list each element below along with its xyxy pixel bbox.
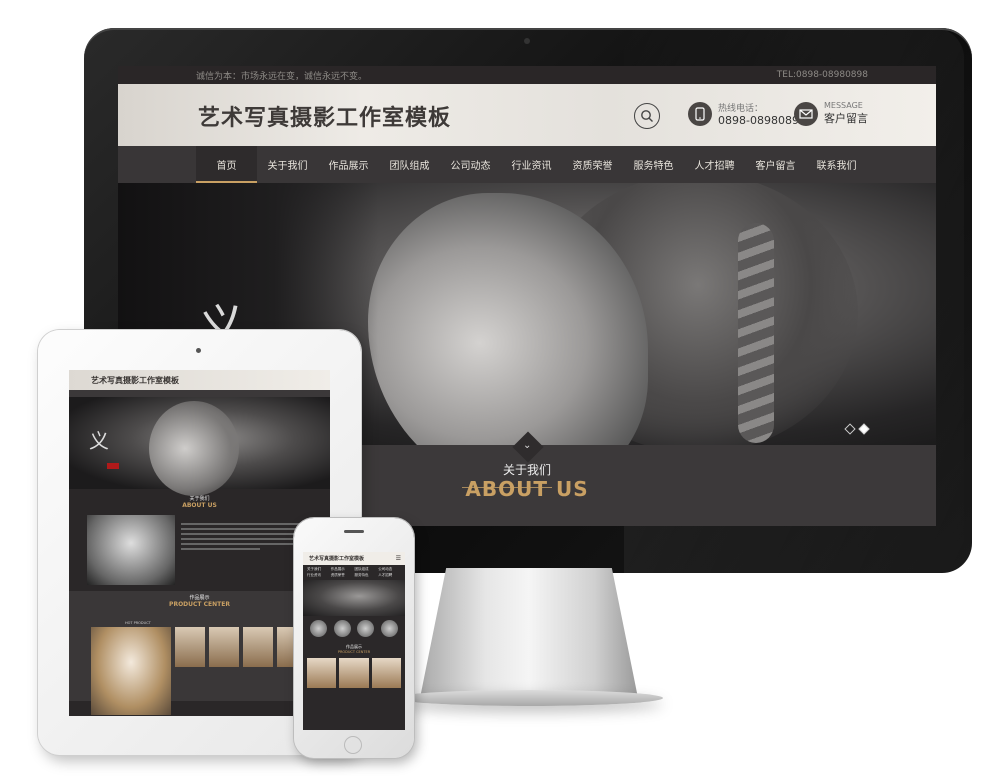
monitor-stand [420, 568, 638, 698]
speaker-grille [344, 530, 364, 533]
product-thumb[interactable] [175, 627, 205, 667]
phone-frame: 艺术写真摄影工作室模板 ☰ 关于我们 作品展示 团队组成 公司动态 行业资讯 资… [294, 518, 414, 758]
home-button[interactable] [344, 736, 362, 754]
phone-nav-item[interactable]: 关于我们 [307, 567, 330, 572]
tablet-nav [69, 390, 330, 397]
phone-nav-item[interactable]: 行业资讯 [307, 573, 330, 578]
team-avatar[interactable] [310, 620, 328, 637]
nav-item-company-news[interactable]: 公司动态 [440, 146, 501, 183]
nav-item-contact[interactable]: 联系我们 [806, 146, 867, 183]
team-avatar[interactable] [380, 620, 398, 637]
slider-dot-active[interactable] [858, 423, 870, 435]
phone-banner [303, 580, 405, 616]
top-bar: 诚信为本：市场永远在变，诚信永远不变。 TEL:0898-08980898 [118, 66, 936, 84]
nav-item-services[interactable]: 服务特色 [623, 146, 684, 183]
nav-item-honors[interactable]: 资质荣誉 [562, 146, 623, 183]
tablet-product-cn: 作品展示 [189, 595, 210, 601]
chevron-down-icon: ⌄ [523, 440, 532, 451]
product-thumb[interactable] [371, 658, 401, 688]
site-title[interactable]: 艺术写真摄影工作室模板 [198, 100, 451, 132]
message-block[interactable]: MESSAGE 客户留言 [794, 101, 868, 126]
phone-nav-item[interactable]: 作品展示 [331, 567, 354, 572]
tablet-product-en: PRODUCT CENTER [169, 601, 230, 608]
product-thumb[interactable] [209, 627, 239, 667]
device-mockup-stage: 诚信为本：市场永远在变，诚信永远不变。 TEL:0898-08980898 艺术… [0, 0, 1000, 782]
hotline-label: 热线电话： [718, 104, 764, 114]
product-thumb[interactable] [307, 658, 337, 688]
phone-header: 艺术写真摄影工作室模板 ☰ [303, 552, 405, 565]
hotline-block: 热线电话： 0898-08980898 [688, 101, 806, 127]
hotline-number: 0898-08980898 [718, 114, 806, 127]
phone-icon [688, 102, 712, 126]
product-thumb[interactable] [339, 658, 369, 688]
top-tel: TEL:0898-08980898 [776, 70, 868, 80]
tablet-header: 艺术写真摄影工作室模板 [69, 370, 330, 390]
menu-icon[interactable]: ☰ [396, 555, 401, 562]
camera-icon [524, 38, 530, 44]
tablet-site-title: 艺术写真摄影工作室模板 [91, 376, 179, 385]
phone-nav: 关于我们 作品展示 团队组成 公司动态 行业资讯 资质荣誉 服务特色 人才招聘 [303, 565, 405, 580]
nav-item-home[interactable]: 首页 [196, 146, 257, 183]
tablet-about-en: ABOUT US [182, 502, 217, 509]
nav-item-messages[interactable]: 客户留言 [745, 146, 806, 183]
phone-nav-item[interactable]: 服务特色 [355, 573, 378, 578]
slider-dots [844, 423, 870, 435]
nav-item-team[interactable]: 团队组成 [379, 146, 440, 183]
mail-icon [794, 101, 818, 126]
banner-photo-braid [738, 223, 774, 443]
seal-stamp [107, 463, 119, 469]
phone-nav-item[interactable]: 人才招聘 [378, 573, 401, 578]
phone-nav-item[interactable]: 团队组成 [355, 567, 378, 572]
product-thumb[interactable] [91, 627, 171, 715]
main-nav: 首页 关于我们 作品展示 团队组成 公司动态 行业资讯 资质荣誉 服务特色 人才… [118, 146, 936, 183]
phone-screen: 艺术写真摄影工作室模板 ☰ 关于我们 作品展示 团队组成 公司动态 行业资讯 资… [303, 552, 405, 730]
tablet-screen: 艺术写真摄影工作室模板 义 关于我们 ABOUT US 作品展示 PRODUCT… [69, 370, 330, 716]
nav-item-about[interactable]: 关于我们 [257, 146, 318, 183]
phone-nav-item[interactable]: 公司动态 [378, 567, 401, 572]
phone-team-circles [303, 616, 405, 638]
tablet-about-body [69, 509, 330, 591]
slider-dot[interactable] [844, 423, 856, 435]
message-label: MESSAGE [824, 101, 863, 110]
tablet-product-section: 作品展示 PRODUCT CENTER HOT PRODUCT [69, 591, 330, 715]
phone-product-row [303, 654, 405, 692]
tablet-product-grid [91, 627, 307, 715]
tablet-hot-product: HOT PRODUCT [125, 621, 151, 625]
product-thumb[interactable] [243, 627, 273, 667]
nav-item-industry-news[interactable]: 行业资讯 [501, 146, 562, 183]
phone-site-title: 艺术写真摄影工作室模板 [309, 556, 365, 562]
monitor-base [395, 690, 663, 706]
tablet-about-photo [87, 515, 175, 585]
message-text: 客户留言 [824, 112, 868, 125]
search-button[interactable] [634, 103, 660, 129]
site-header: 艺术写真摄影工作室模板 热线电话： 0898-08980898 MESSAGE … [118, 84, 936, 146]
calligraphy-artwork: 义 [89, 429, 109, 453]
phone-nav-item[interactable]: 资质荣誉 [331, 573, 354, 578]
search-icon [641, 110, 653, 122]
nav-item-works[interactable]: 作品展示 [318, 146, 379, 183]
tablet-about-cn: 关于我们 [189, 496, 210, 502]
tablet-banner: 义 [69, 397, 330, 496]
camera-icon [196, 348, 201, 353]
nav-item-jobs[interactable]: 人才招聘 [684, 146, 745, 183]
team-avatar[interactable] [357, 620, 375, 637]
team-avatar[interactable] [333, 620, 351, 637]
slogan-text: 诚信为本：市场永远在变，诚信永远不变。 [196, 71, 368, 82]
